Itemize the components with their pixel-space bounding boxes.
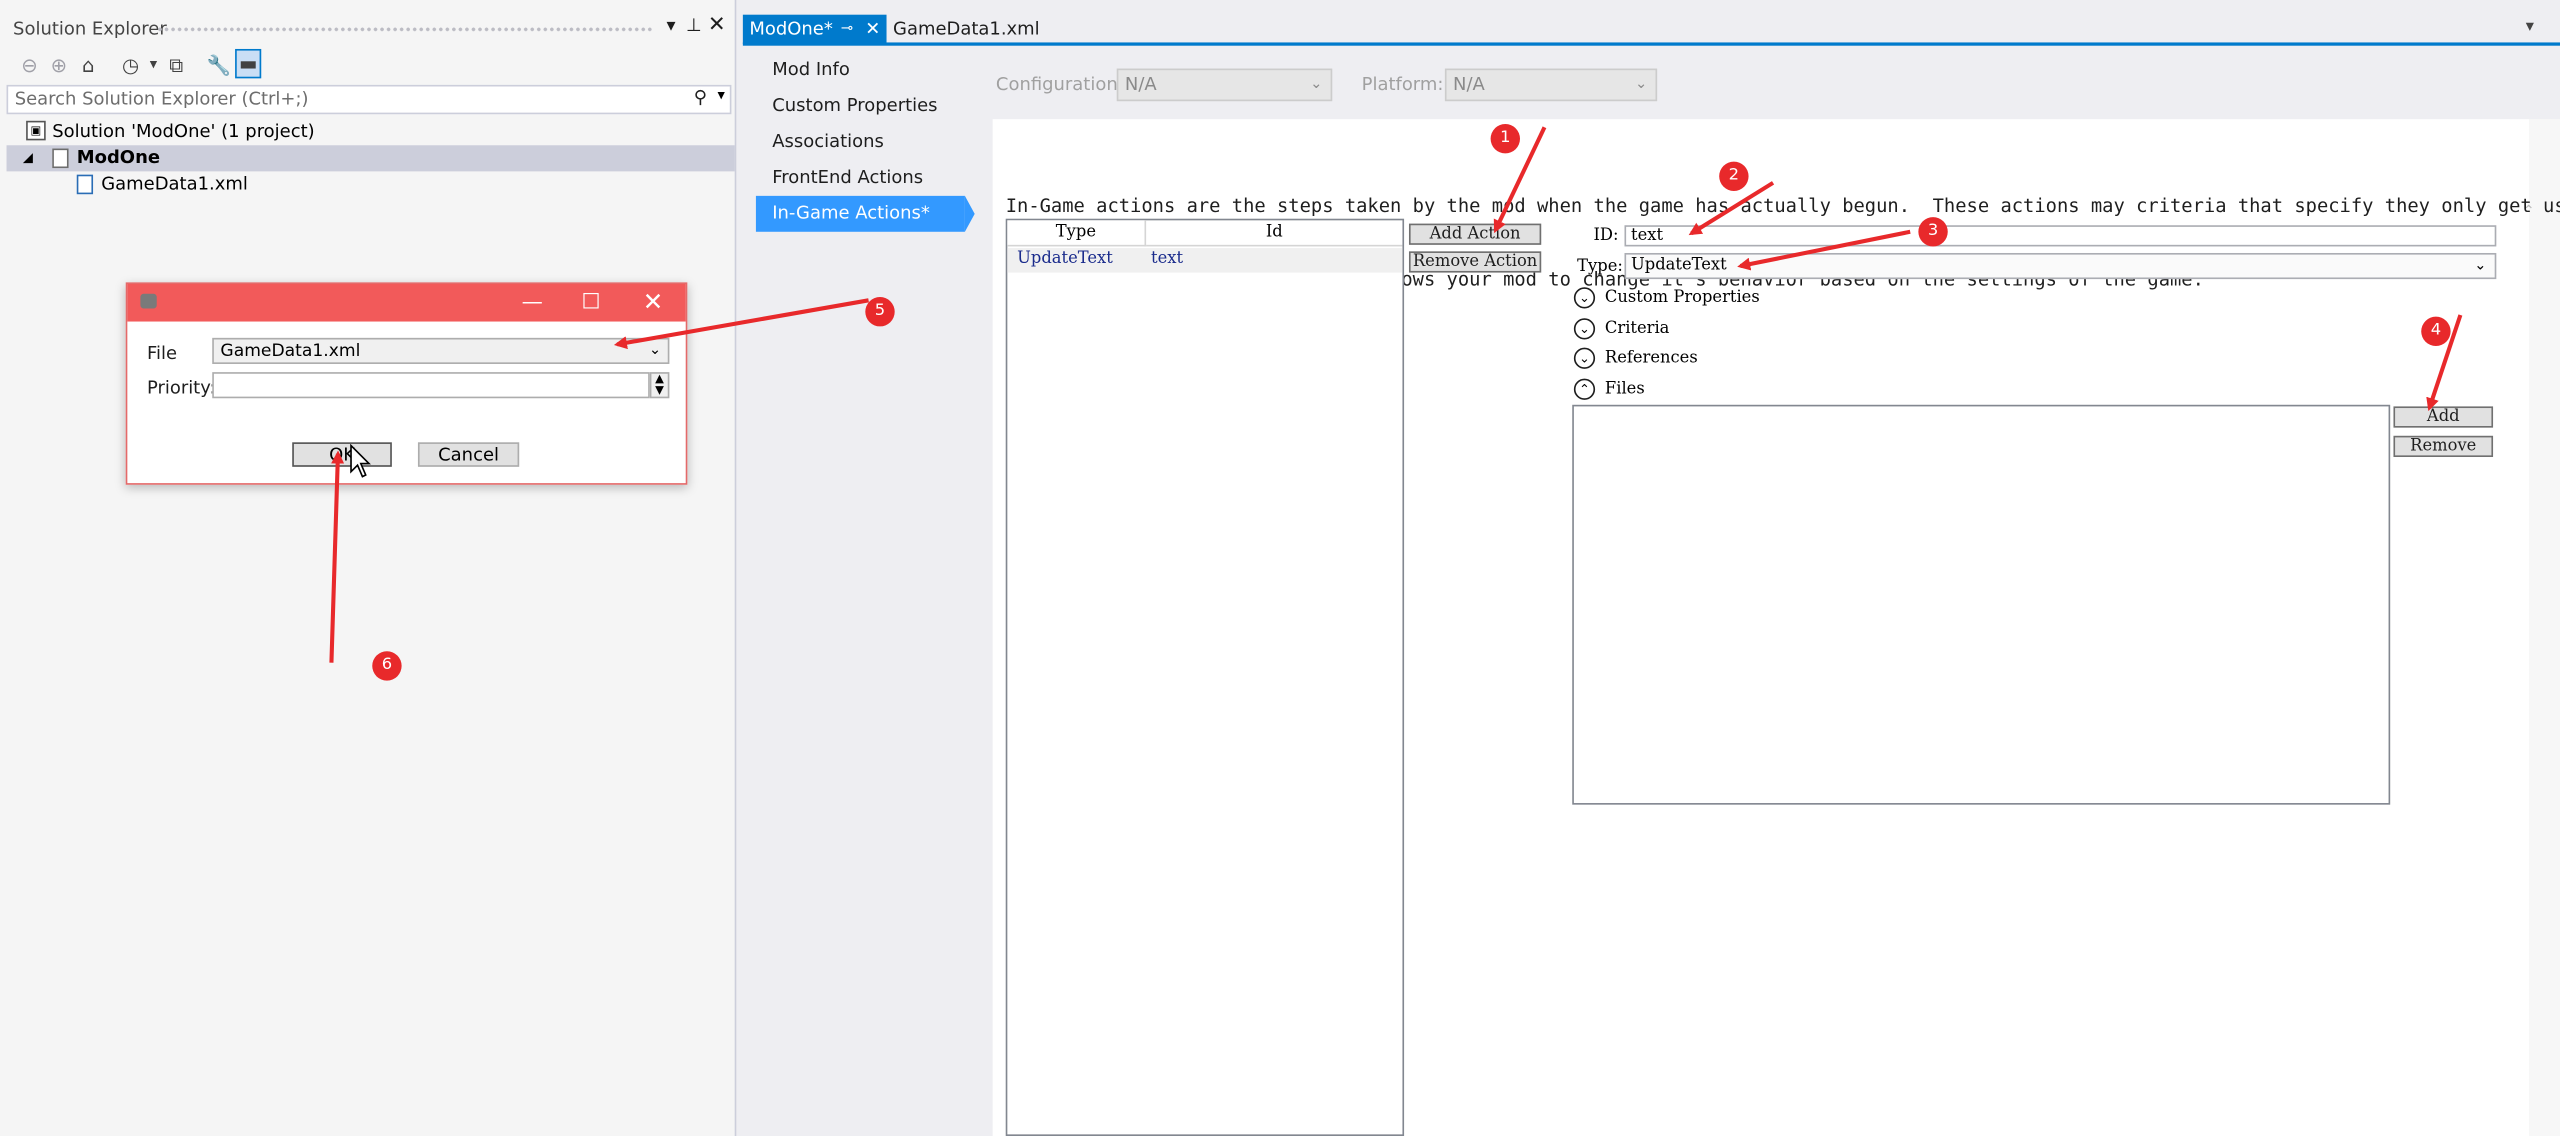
- mouse-cursor-icon: [350, 443, 371, 478]
- annotation-marker: 3: [1918, 217, 1948, 247]
- arrow-3: [1737, 229, 1911, 271]
- arrow-5: [613, 298, 869, 350]
- annotation-marker: 2: [1719, 161, 1749, 191]
- arrow-6: [329, 450, 345, 663]
- annotation-arrows: [329, 126, 2463, 663]
- annotation-marker: 1: [1490, 124, 1520, 154]
- annotation-marker: 4: [2421, 316, 2451, 347]
- annotation-marker: 6: [372, 651, 402, 681]
- annotation-marker: 5: [865, 297, 895, 327]
